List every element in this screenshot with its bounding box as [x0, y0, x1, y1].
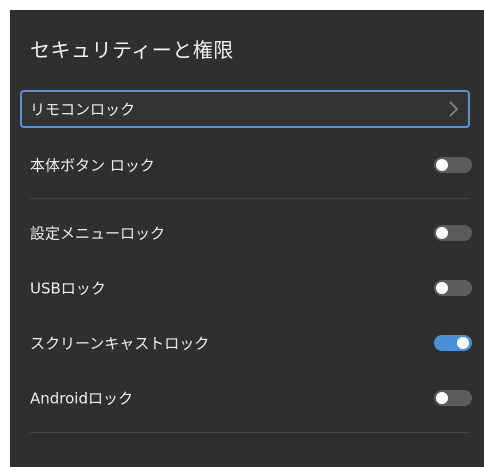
body-button-lock-label: 本体ボタン ロック — [30, 156, 155, 175]
toggle-knob — [457, 337, 469, 349]
screen-cast-lock-item[interactable]: スクリーンキャストロック — [20, 324, 472, 362]
screen-cast-lock-label: スクリーンキャストロック — [30, 334, 210, 353]
settings-menu-lock-toggle[interactable] — [434, 225, 472, 241]
toggle-knob — [436, 159, 448, 171]
page-title: セキュリティーと権限 — [30, 38, 234, 62]
remote-control-lock-item[interactable]: リモコンロック — [20, 90, 470, 128]
android-lock-toggle[interactable] — [434, 390, 472, 406]
toggle-knob — [436, 282, 448, 294]
usb-lock-toggle[interactable] — [434, 280, 472, 296]
remote-control-lock-label: リモコンロック — [30, 100, 136, 119]
body-button-lock-item[interactable]: 本体ボタン ロック — [20, 146, 472, 184]
bottom-divider — [30, 432, 470, 433]
usb-lock-label: USBロック — [30, 279, 106, 298]
body-button-lock-toggle[interactable] — [434, 157, 472, 173]
section-divider — [30, 198, 470, 199]
toggle-knob — [436, 227, 448, 239]
settings-menu-lock-label: 設定メニューロック — [30, 224, 166, 243]
android-lock-label: Androidロック — [30, 389, 133, 408]
android-lock-item[interactable]: Androidロック — [20, 379, 472, 417]
usb-lock-item[interactable]: USBロック — [20, 269, 472, 307]
chevron-right-icon — [449, 101, 459, 117]
settings-menu-lock-item[interactable]: 設定メニューロック — [20, 214, 472, 252]
screen-cast-lock-toggle[interactable] — [434, 335, 472, 351]
toggle-knob — [436, 392, 448, 404]
security-permissions-panel: セキュリティーと権限 リモコンロック 本体ボタン ロック 設定メニューロック U… — [10, 10, 484, 467]
